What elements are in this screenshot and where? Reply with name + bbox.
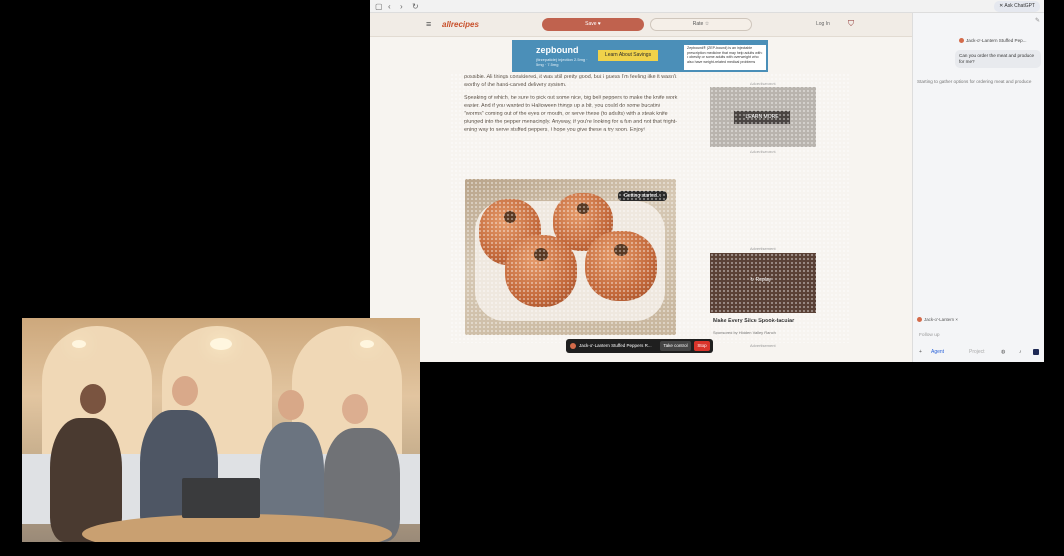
- article-paragraph: Speaking of which, be sure to pick out s…: [464, 95, 678, 133]
- ad-sponsor: Sponsored by Hidden Valley Ranch: [713, 330, 776, 335]
- site-logo[interactable]: allrecipes: [442, 20, 479, 29]
- followup-input[interactable]: Follow up: [919, 333, 940, 338]
- replay-button[interactable]: ↻ Replay: [750, 277, 771, 283]
- reload-icon[interactable]: ↻: [412, 2, 419, 11]
- advertisement-label: Advertisement: [750, 149, 776, 154]
- person-head: [278, 390, 304, 420]
- globe-icon[interactable]: ◍: [1001, 349, 1005, 355]
- ad-learn-button[interactable]: Learn About Savings: [598, 50, 658, 61]
- pendant-lamp: [360, 340, 374, 348]
- advertisement-label: Advertisement: [750, 343, 776, 348]
- chatgpt-sidebar: ✎ Jack-o'-Lantern Stuffed Pep... Can you…: [912, 13, 1044, 362]
- ad-text: Zepbound® (ZEP-bound) is an injectable p…: [684, 45, 766, 70]
- take-control-button[interactable]: Take control: [660, 341, 691, 351]
- back-icon[interactable]: ‹: [388, 2, 391, 11]
- chip-favicon-icon: [917, 317, 922, 323]
- article-body: possible. All things considered, it was …: [464, 73, 678, 139]
- pepper: [585, 231, 657, 301]
- pendant-lamp: [72, 340, 86, 348]
- advertisement-label: Advertisement: [750, 246, 776, 251]
- send-icon[interactable]: [1033, 349, 1039, 355]
- ad-subtitle: (tirzepatide) injection 2.5mg · 5mg · 7.…: [536, 57, 588, 67]
- person-head: [172, 376, 198, 406]
- replay-label: Replay: [755, 277, 772, 283]
- agent-task-title: Jack-o'-Lantern Stuffed Peppers R...: [579, 343, 652, 348]
- browser-window: ▢ ‹ › ↻ ✕ Ask ChatGPT ≡ allrecipes Save …: [370, 0, 1044, 362]
- recipe-photo: Getting started...: [465, 179, 676, 335]
- ad-card-title[interactable]: Make Every Slice Spook-tacular: [713, 318, 794, 324]
- ad-brand: zepbound: [536, 45, 579, 55]
- advertisement-label: Advertisement: [750, 81, 776, 86]
- agent-status-text: Starting to gather options for ordering …: [917, 79, 1032, 84]
- sidebar-toggle-icon[interactable]: ▢: [375, 2, 383, 11]
- task-title: Jack-o'-Lantern Stuffed Pep...: [966, 38, 1027, 43]
- laptop: [182, 478, 260, 518]
- composer-toolbar: + Agent Project ◍ ♪: [919, 349, 1041, 357]
- screen: ▢ ‹ › ↻ ✕ Ask ChatGPT ≡ allrecipes Save …: [0, 0, 1064, 556]
- agent-status-tooltip: Getting started...: [618, 191, 667, 201]
- task-favicon-icon: [959, 38, 964, 44]
- presenter-video: [22, 318, 420, 542]
- rate-button[interactable]: Rate ☆: [650, 18, 752, 31]
- context-chip[interactable]: Jack-o'-Lantern ×: [917, 317, 958, 323]
- bookmark-icon[interactable]: ⛉: [848, 19, 854, 29]
- web-page: ≡ allrecipes Save ♥ Rate ☆ Log In ⛉ zepb…: [370, 13, 912, 362]
- person-head: [80, 384, 106, 414]
- mic-icon[interactable]: ♪: [1019, 349, 1022, 355]
- stop-button[interactable]: Stop: [694, 341, 710, 351]
- menu-icon[interactable]: ≡: [426, 19, 431, 29]
- ask-chatgpt-label: Ask ChatGPT: [1004, 3, 1035, 9]
- site-header: ≡ allrecipes Save ♥ Rate ☆ Log In ⛉: [370, 13, 912, 37]
- save-button[interactable]: Save ♥: [542, 18, 644, 31]
- project-selector[interactable]: Project: [969, 349, 985, 355]
- ad-banner[interactable]: zepbound (tirzepatide) injection 2.5mg ·…: [512, 40, 768, 72]
- video-ad[interactable]: ↻ Replay: [710, 253, 816, 313]
- add-icon[interactable]: +: [919, 349, 922, 355]
- task-favicon-icon: [570, 343, 576, 349]
- task-header: Jack-o'-Lantern Stuffed Pep...: [959, 38, 1027, 44]
- ask-chatgpt-button[interactable]: ✕ Ask ChatGPT: [994, 1, 1040, 12]
- browser-toolbar: ▢ ‹ › ↻ ✕ Ask ChatGPT: [370, 0, 1044, 13]
- article-paragraph: possible. All things considered, it was …: [464, 74, 677, 88]
- agent-mode-button[interactable]: Agent: [931, 349, 944, 355]
- user-message: Can you order the meat and produce for m…: [955, 50, 1041, 68]
- pepper: [505, 235, 577, 307]
- learn-more-button[interactable]: LEARN MORE: [734, 111, 790, 124]
- new-chat-icon[interactable]: ✎: [1035, 17, 1040, 24]
- forward-icon[interactable]: ›: [400, 2, 403, 11]
- login-link[interactable]: Log In: [816, 21, 830, 27]
- pendant-lamp: [210, 338, 232, 350]
- agent-control-bar: Jack-o'-Lantern Stuffed Peppers R... Tak…: [566, 339, 713, 353]
- side-ad[interactable]: LEARN MORE: [710, 87, 816, 147]
- chip-label: Jack-o'-Lantern: [924, 317, 955, 322]
- person-head: [342, 394, 368, 424]
